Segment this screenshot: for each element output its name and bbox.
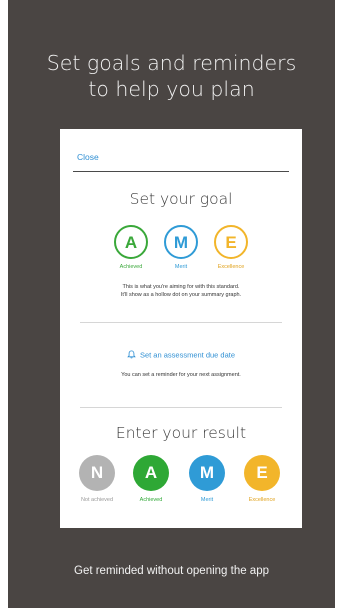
goal-letter-achieved: A xyxy=(124,232,138,252)
set-due-date-label: Set an assessment due date xyxy=(139,350,236,360)
result-title: Enter your result xyxy=(115,424,247,442)
result-dot-not-achieved: N xyxy=(79,455,115,491)
goal-description: This is what you're aiming for with this… xyxy=(70,283,292,299)
result-letter-excellence: E xyxy=(256,463,268,482)
goal-letter-excellence: E xyxy=(225,232,237,252)
result-letter-not-achieved: N xyxy=(90,463,104,482)
result-option-excellence[interactable]: E Excellence xyxy=(239,455,285,503)
result-option-merit[interactable]: M Merit xyxy=(184,455,230,503)
result-option-achieved[interactable]: A Achieved xyxy=(128,455,174,503)
set-due-date-link[interactable]: Set an assessment due date xyxy=(60,350,302,361)
goal-ring-merit: M xyxy=(164,225,198,259)
goal-ring-achieved: A xyxy=(114,225,148,259)
footer-caption: Get reminded without opening the app xyxy=(74,565,269,577)
headline: Set goals and reminders to help you plan xyxy=(8,50,335,102)
bell-icon xyxy=(127,350,136,361)
header-divider xyxy=(73,171,289,172)
goal-letter-merit: M xyxy=(173,232,189,252)
result-label-excellence: Excellence xyxy=(248,497,276,503)
goal-option-excellence[interactable]: E Excellence xyxy=(211,225,251,270)
result-label-not-achieved: Not achieved xyxy=(80,497,114,503)
goal-option-merit[interactable]: M Merit xyxy=(161,225,201,270)
result-label-achieved: Achieved xyxy=(139,497,163,503)
section-divider-2 xyxy=(80,407,282,408)
result-dot-achieved: A xyxy=(133,455,169,491)
result-label-merit: Merit xyxy=(200,497,214,503)
result-options: N Not achieved A Achieved M Merit E Exce… xyxy=(60,455,302,525)
headline-line-1: Set goals and reminders xyxy=(46,51,297,75)
goal-label-achieved: Achieved xyxy=(119,264,143,270)
goal-description-line-2: It'll show as a hollow dot on your summa… xyxy=(120,292,242,298)
goal-label-merit: Merit xyxy=(174,264,188,270)
close-button[interactable]: Close xyxy=(77,152,99,162)
reminder-description: You can set a reminder for your next ass… xyxy=(121,372,241,378)
promo-frame: Set goals and reminders to help you plan… xyxy=(8,0,335,608)
phone-screen: Close Set your goal A Achieved M Merit E xyxy=(60,129,302,528)
goal-description-line-1: This is what you're aiming for with this… xyxy=(122,284,240,290)
headline-line-2: to help you plan xyxy=(88,77,255,101)
result-letter-achieved: A xyxy=(144,463,158,482)
result-letter-merit: M xyxy=(199,463,215,482)
goal-option-achieved[interactable]: A Achieved xyxy=(111,225,151,270)
result-option-not-achieved[interactable]: N Not achieved xyxy=(74,455,120,503)
goal-options: A Achieved M Merit E Excellence xyxy=(60,225,302,285)
goal-label-excellence: Excellence xyxy=(217,264,245,270)
result-dot-excellence: E xyxy=(244,455,280,491)
section-divider-1 xyxy=(80,322,282,323)
goal-ring-excellence: E xyxy=(214,225,248,259)
goal-title: Set your goal xyxy=(129,190,233,208)
result-dot-merit: M xyxy=(189,455,225,491)
